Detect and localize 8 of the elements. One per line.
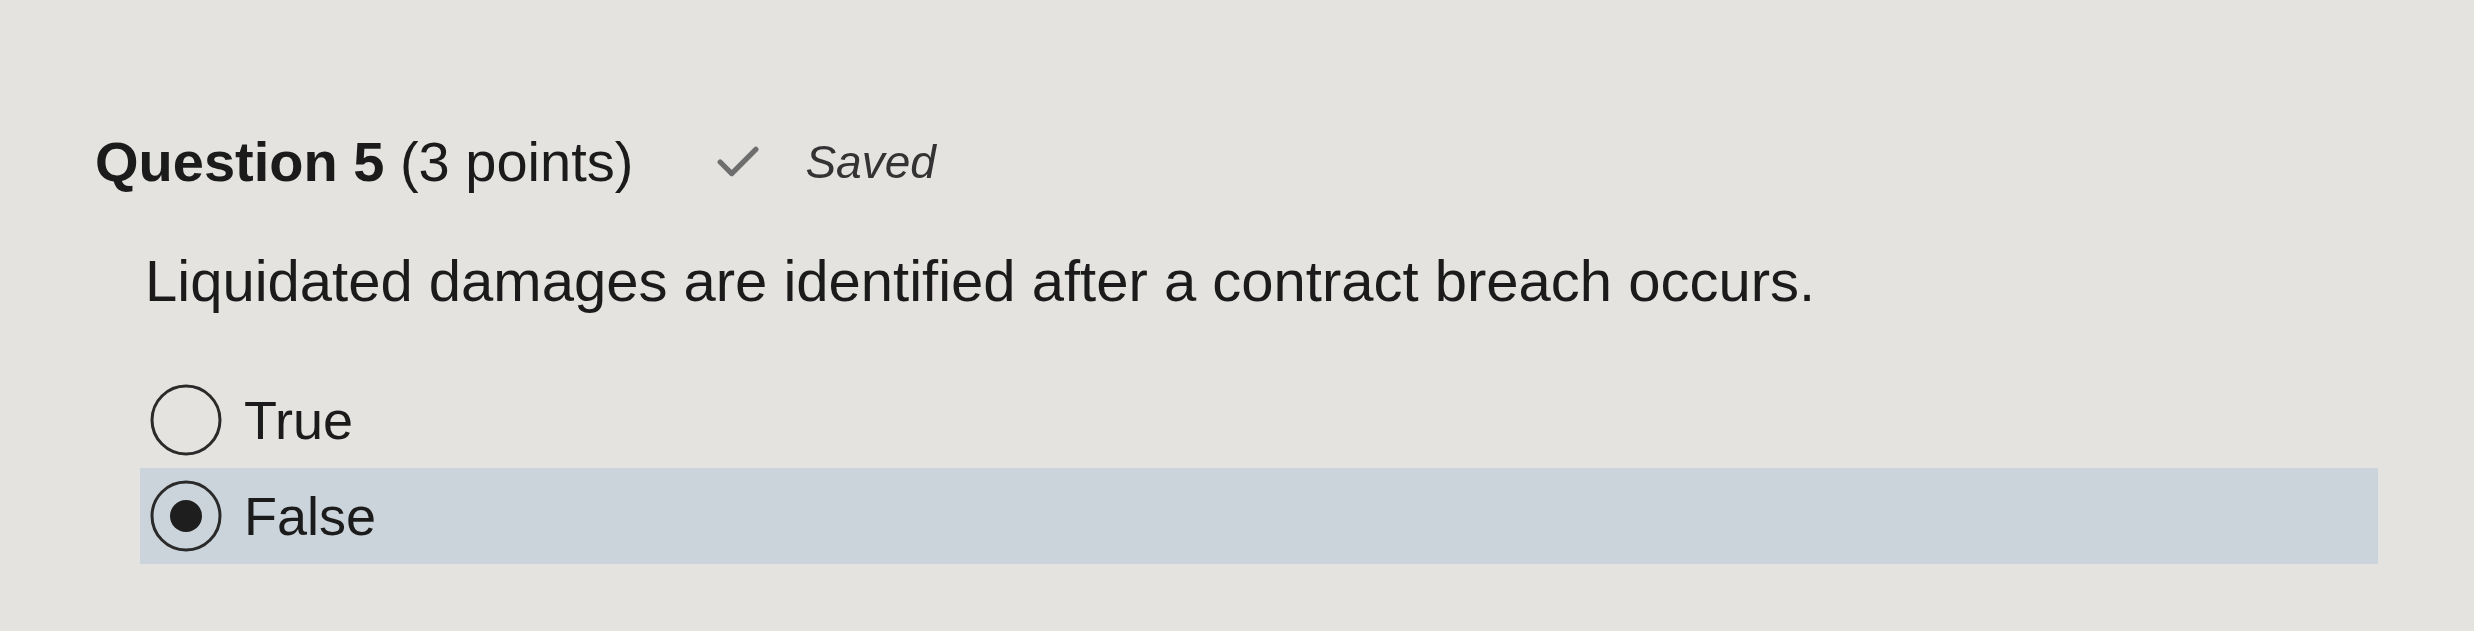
save-status: Saved <box>805 139 936 185</box>
checkmark-icon <box>717 146 760 178</box>
answer-option[interactable]: True <box>140 372 2378 468</box>
option-label: True <box>244 393 354 447</box>
radio-button[interactable] <box>150 480 222 552</box>
radio-button[interactable] <box>150 384 222 456</box>
answer-option[interactable]: False <box>140 468 2378 564</box>
option-label: False <box>244 489 377 543</box>
